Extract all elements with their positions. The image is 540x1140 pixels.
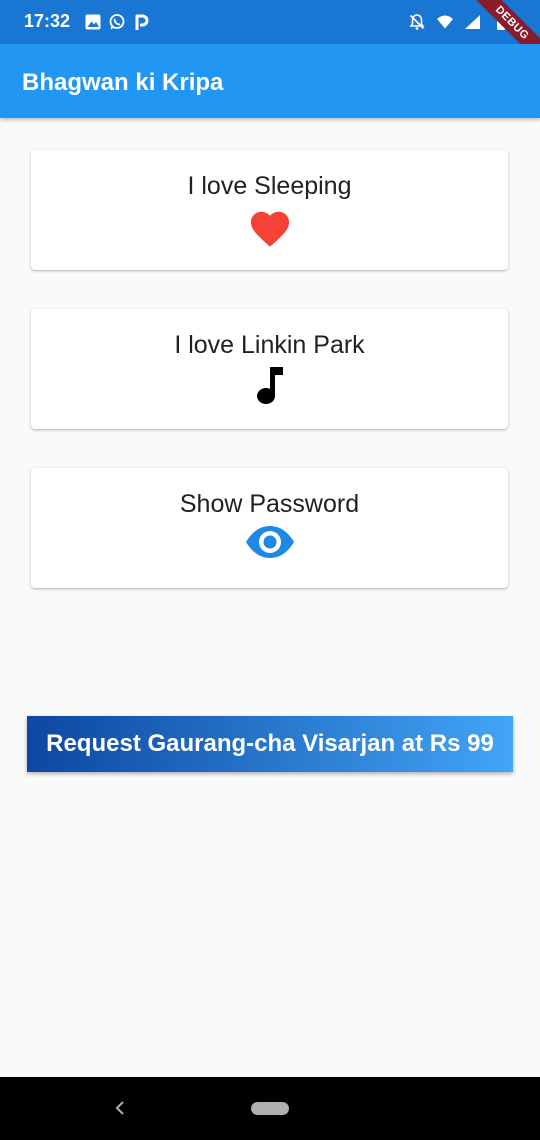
home-pill-icon[interactable] xyxy=(251,1102,289,1115)
music-note-icon xyxy=(256,367,283,404)
notifications-off-icon xyxy=(409,14,425,30)
card-sleeping: I love Sleeping xyxy=(31,150,508,270)
card-show-password[interactable]: Show Password xyxy=(31,468,508,588)
status-time: 17:32 xyxy=(24,11,71,31)
signal-icon xyxy=(465,15,480,29)
eye-icon[interactable] xyxy=(245,524,295,560)
app-bar: Bhagwan ki Kripa xyxy=(0,44,540,118)
card-label: I love Sleeping xyxy=(187,172,352,200)
app-screen: 17:32 DEBUG Bhagwan ki Kripa I love Slee… xyxy=(0,0,540,1140)
app-title: Bhagwan ki Kripa xyxy=(22,69,224,96)
paytm-icon xyxy=(135,14,149,30)
whatsapp-icon xyxy=(109,14,125,30)
navigation-bar xyxy=(0,1077,540,1140)
card-label: I love Linkin Park xyxy=(174,331,365,359)
status-notification-icons xyxy=(84,13,150,31)
card-label: Show Password xyxy=(179,490,360,518)
image-icon xyxy=(85,14,101,30)
status-bar: 17:32 DEBUG xyxy=(0,0,540,72)
request-visarjan-button[interactable]: Request Gaurang-cha Visarjan at Rs 99 xyxy=(27,716,513,772)
heart-icon xyxy=(250,211,289,247)
back-icon[interactable] xyxy=(110,1097,130,1119)
wifi-icon xyxy=(437,15,453,29)
card-linkin-park: I love Linkin Park xyxy=(31,309,508,429)
